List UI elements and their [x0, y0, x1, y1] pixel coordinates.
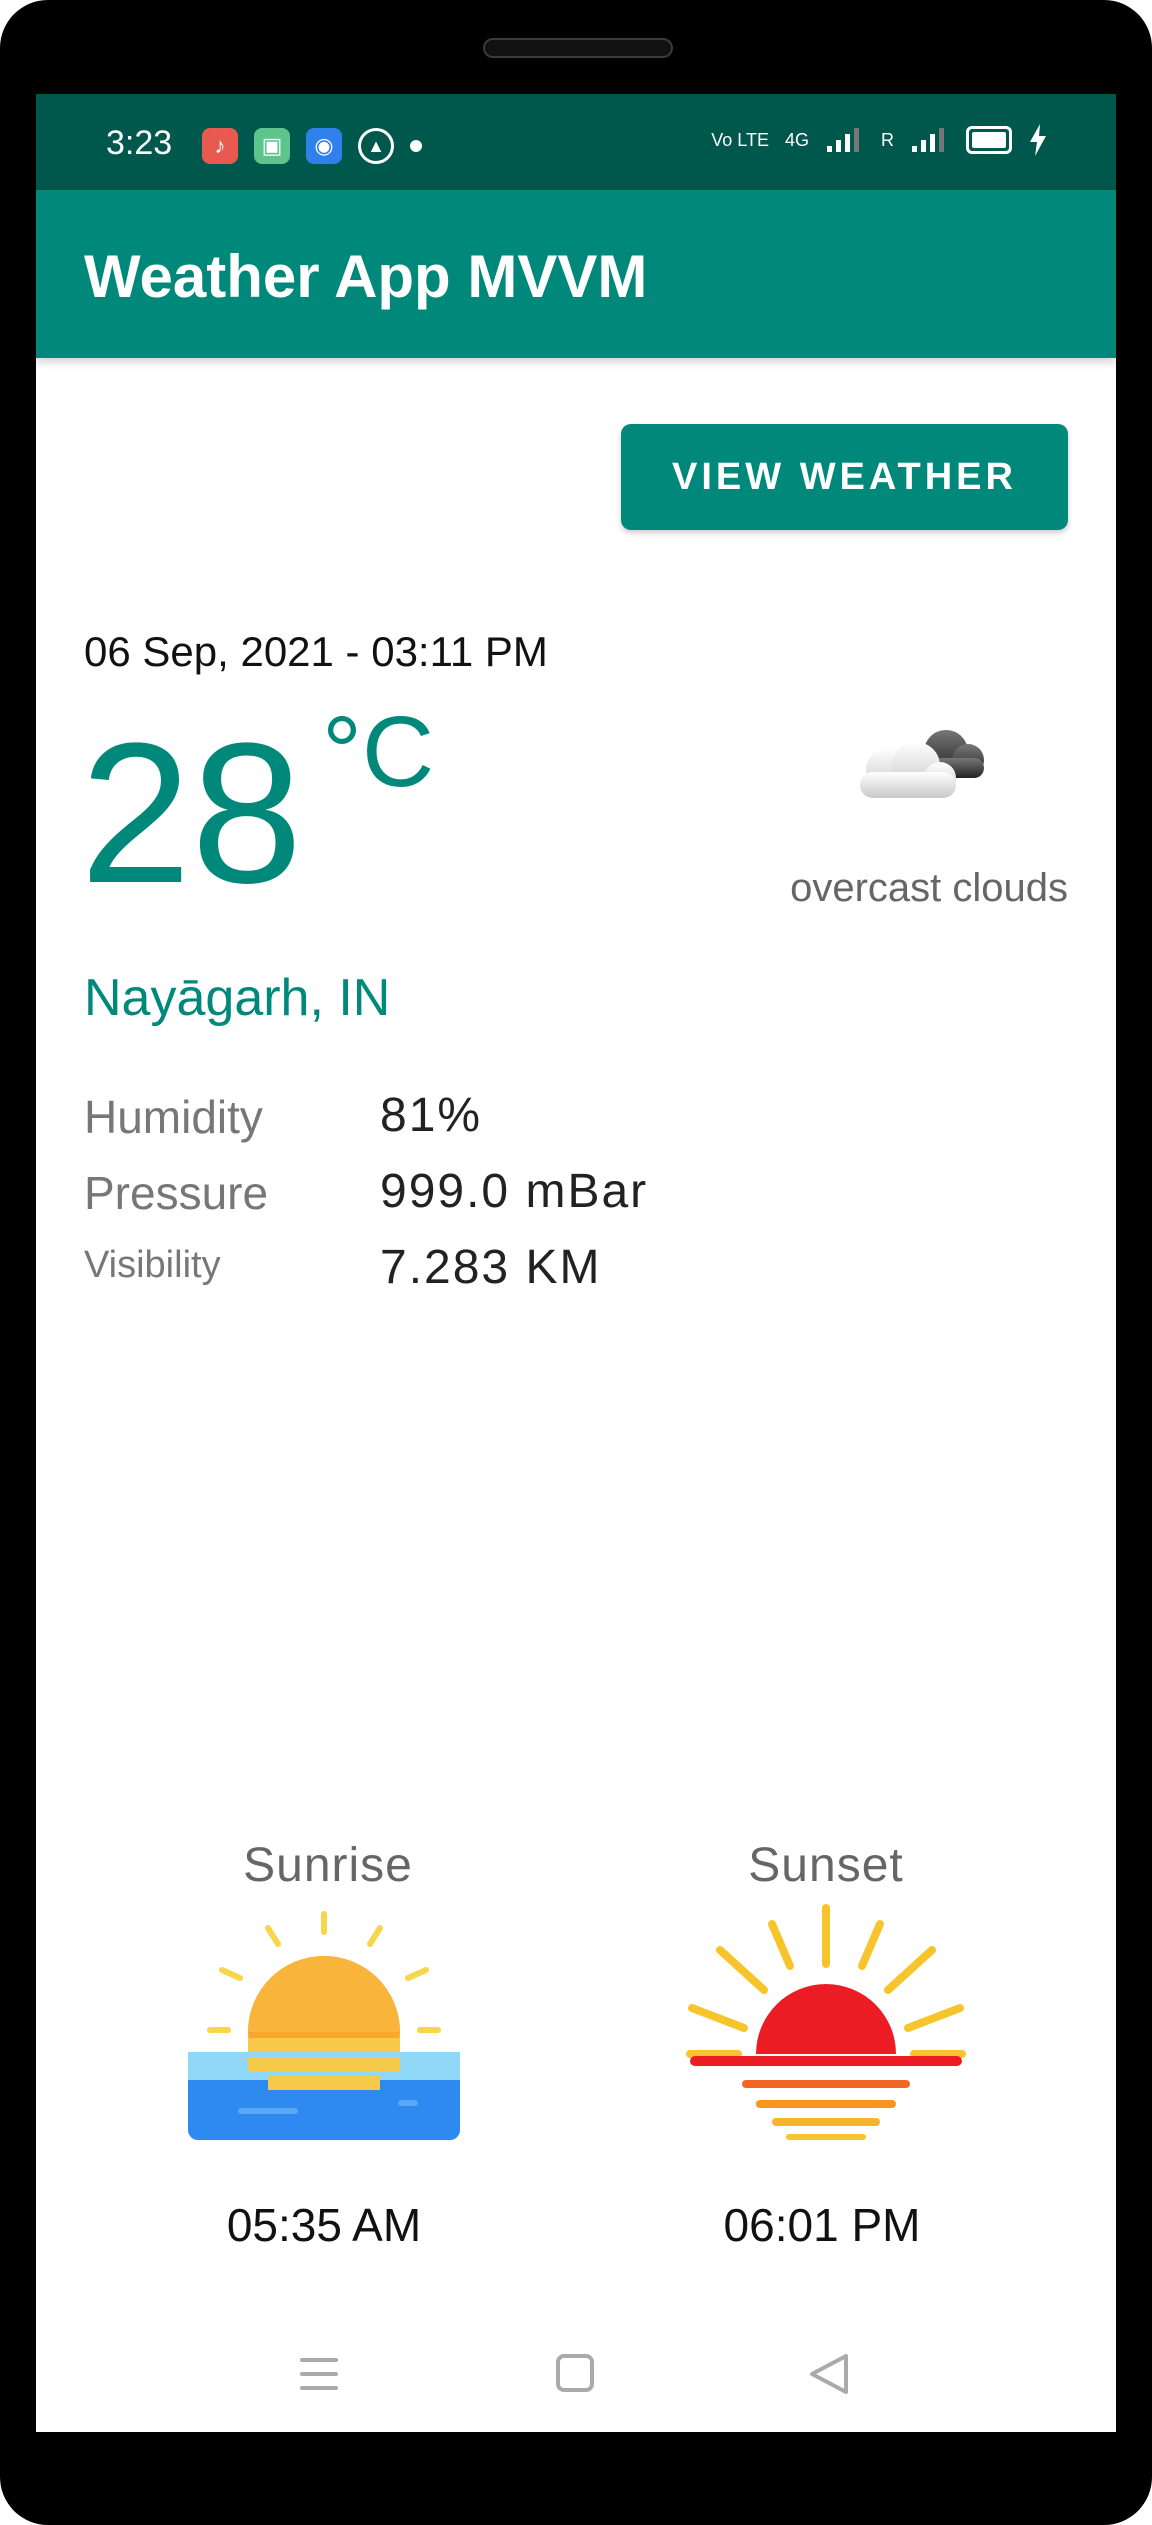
earpiece-speaker — [483, 38, 673, 58]
system-icons: Vo LTE 4G R — [711, 124, 1048, 156]
music-app-icon: ♪ — [202, 128, 238, 164]
app-bar: Weather App MVVM — [36, 190, 1116, 358]
navigation-app-icon: ▲ — [358, 128, 394, 164]
roaming-label: R — [881, 129, 894, 150]
location-name: Nayāgarh, IN — [84, 969, 391, 1027]
signal-2-icon — [912, 128, 944, 152]
notification-icons: ♪ ▣ ◉ ▲ — [202, 128, 422, 164]
gallery-app-icon: ▣ — [254, 128, 290, 164]
temperature-value: 28 — [80, 702, 303, 925]
sunset-icon — [686, 1904, 966, 2140]
browser-app-icon: ◉ — [306, 128, 342, 164]
sunrise-time: 05:35 AM — [226, 2199, 422, 2251]
visibility-label: Visibility — [84, 1244, 221, 1286]
temperature-unit: °C — [322, 696, 435, 808]
humidity-label: Humidity — [84, 1091, 263, 1143]
charging-icon — [1030, 124, 1046, 156]
view-weather-button[interactable]: VIEW WEATHER — [621, 424, 1068, 530]
date-time: 06 Sep, 2021 - 03:11 PM — [84, 628, 548, 675]
weather-description: overcast clouds — [790, 866, 1068, 910]
device-frame: 3:23 ♪ ▣ ◉ ▲ Vo LTE 4G R Weather App MVV… — [0, 0, 1152, 2525]
sunrise-icon — [188, 1911, 460, 2140]
back-icon[interactable] — [808, 2352, 850, 2396]
humidity-value: 81% — [380, 1089, 483, 1142]
sunset-label: Sunset — [748, 1839, 904, 1892]
app-title: Weather App MVVM — [84, 243, 648, 310]
more-notifications-dot — [410, 140, 422, 152]
network-4g-label: 4G — [784, 129, 809, 150]
sunset-time: 06:01 PM — [723, 2199, 921, 2251]
menu-icon[interactable] — [298, 2354, 340, 2394]
visibility-value: 7.283 KM — [380, 1241, 602, 1294]
status-time: 3:23 — [106, 124, 173, 162]
pressure-value: 999.0 mBar — [380, 1165, 649, 1218]
app-screen: 3:23 ♪ ▣ ◉ ▲ Vo LTE 4G R Weather App MVV… — [36, 94, 1116, 2432]
sunrise-label: Sunrise — [243, 1839, 413, 1892]
home-icon[interactable] — [556, 2354, 594, 2392]
signal-1-icon — [827, 128, 859, 152]
navigation-bar — [36, 2334, 1116, 2432]
battery-icon — [966, 126, 1012, 154]
status-bar: 3:23 ♪ ▣ ◉ ▲ Vo LTE 4G R — [36, 94, 1116, 190]
volte-label: Vo LTE — [711, 129, 769, 150]
pressure-label: Pressure — [84, 1167, 269, 1219]
overcast-cloud-icon — [860, 730, 984, 798]
